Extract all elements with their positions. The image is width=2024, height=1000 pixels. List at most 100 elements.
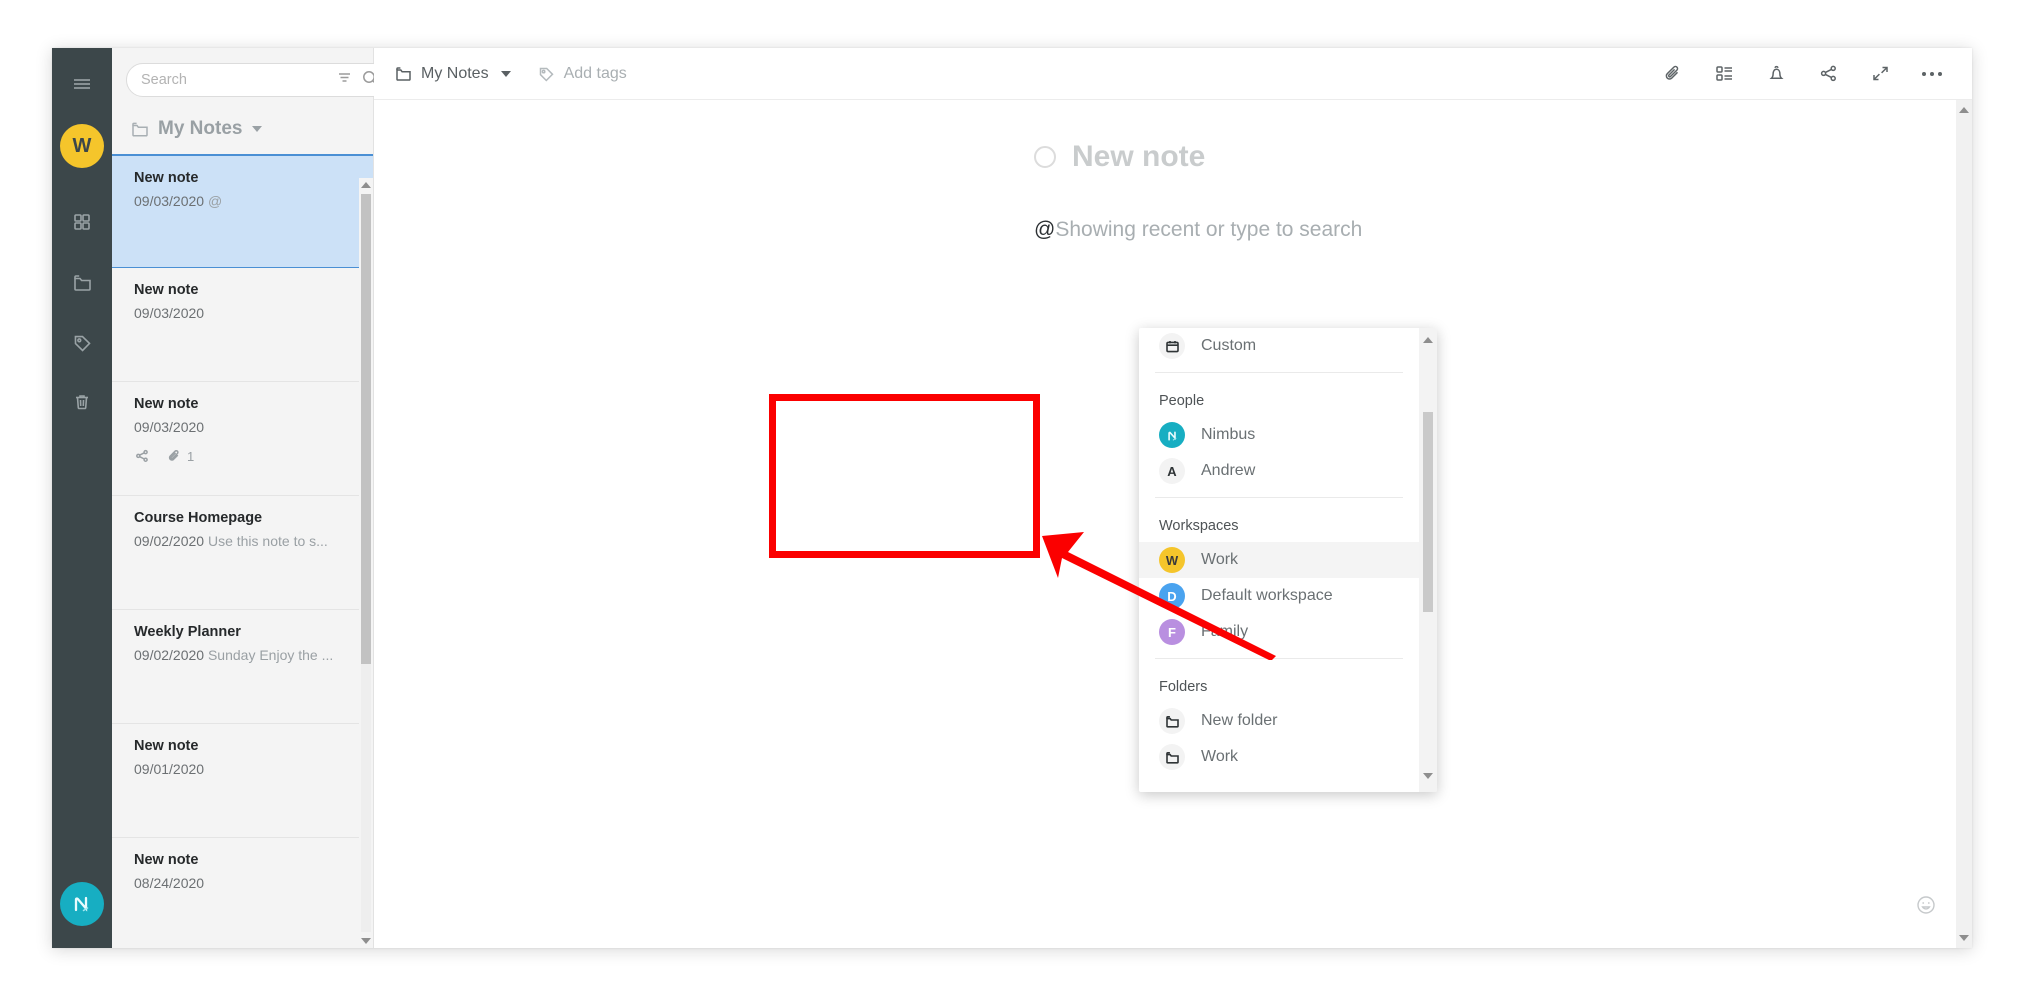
dropdown-item-people[interactable]: Nimbus <box>1139 417 1419 453</box>
note-list-item[interactable]: New note 08/24/2020 <box>112 838 373 948</box>
tag-icon[interactable] <box>60 322 104 362</box>
dropdown-item-workspaces[interactable]: D Default workspace <box>1139 578 1419 614</box>
scroll-up-arrow-icon[interactable] <box>361 178 371 192</box>
note-item-date: 09/03/2020 <box>134 419 205 435</box>
avatar-default-workspace: D <box>1159 583 1185 609</box>
note-item-date: 09/03/2020 <box>134 193 205 209</box>
editor-scroll-down-icon[interactable] <box>1959 930 1969 946</box>
trash-icon[interactable] <box>60 382 104 422</box>
dropdown-scroll-thumb[interactable] <box>1423 412 1433 612</box>
note-item-subtitle: 09/01/2020 <box>134 760 351 778</box>
search-input[interactable] <box>141 72 328 88</box>
nimbus-logo-icon[interactable] <box>60 882 104 926</box>
dropdown-item-folders[interactable]: New folder <box>1139 703 1419 739</box>
dropdown-scrollbar[interactable] <box>1419 328 1437 792</box>
chevron-down-icon[interactable] <box>500 70 511 77</box>
outline-list-icon[interactable] <box>1712 62 1736 86</box>
chevron-down-icon[interactable] <box>252 126 263 132</box>
screenshot-stage: W Search My Notes New note 09/03/2020 @ … <box>0 0 2024 1000</box>
breadcrumb[interactable]: My Notes <box>394 64 511 83</box>
note-item-snippet: Sunday Enjoy the ... <box>207 647 334 663</box>
dropdown-item-people[interactable]: A Andrew <box>1139 453 1419 489</box>
dropdown-item-label: Default workspace <box>1201 587 1333 604</box>
bell-icon[interactable] <box>1764 62 1788 86</box>
dropdown-divider <box>1155 497 1403 498</box>
dropdown-divider <box>1155 372 1403 373</box>
note-list-item[interactable]: New note 09/03/2020 @ <box>112 154 373 268</box>
scrollbar-thumb[interactable] <box>361 194 371 664</box>
dropdown-group-title-folders: Folders <box>1159 679 1208 695</box>
note-item-meta-count: 1 <box>187 448 195 464</box>
note-status-circle-icon[interactable] <box>1034 146 1056 168</box>
expand-icon[interactable] <box>1868 62 1892 86</box>
search-row: + <box>112 48 436 108</box>
note-item-title: New note <box>134 852 199 868</box>
note-list-item[interactable]: New note 09/01/2020 <box>112 724 373 838</box>
note-item-date: 09/01/2020 <box>134 761 205 777</box>
folder-icon <box>1159 708 1185 734</box>
note-list-item[interactable]: Weekly Planner 09/02/2020 Sunday Enjoy th… <box>112 610 373 724</box>
note-item-title: New note <box>134 282 199 298</box>
editor-canvas[interactable]: New note @ Showing recent or type to sea… <box>374 100 1972 948</box>
mention-dropdown[interactable]: Custom People Nimbus A Andrew Workspaces W Wor… <box>1139 328 1437 792</box>
note-item-date: 09/03/2020 <box>134 305 205 321</box>
note-list-scrollbar[interactable] <box>359 178 373 948</box>
smiley-icon[interactable] <box>1916 895 1936 920</box>
avatar-family: F <box>1159 619 1185 645</box>
note-list-item[interactable]: Course Homepage 09/02/2020 Use this note … <box>112 496 373 610</box>
calendar-icon <box>1159 333 1185 359</box>
more-options-icon[interactable] <box>1920 62 1944 86</box>
dropdown-group-title-people: People <box>1159 393 1205 409</box>
dropdown-item-label: Custom <box>1201 337 1257 354</box>
mention-input-line[interactable]: @ Showing recent or type to search <box>374 174 1972 242</box>
note-item-subtitle: 09/03/2020 @ <box>134 192 351 210</box>
note-item-date: 09/02/2020 <box>134 533 205 549</box>
note-item-title: Course Homepage <box>134 510 263 526</box>
note-list-item[interactable]: New note 09/03/2020 <box>112 268 373 382</box>
add-tags-label: Add tags <box>563 64 627 82</box>
dropdown-group-title-workspaces: Workspaces <box>1159 518 1239 534</box>
editor-scrollbar[interactable] <box>1956 100 1972 948</box>
dropdown-item-label: Work <box>1201 748 1239 765</box>
editor-topbar: My Notes Add tags <box>374 48 1972 100</box>
dropdown-scroll-down-icon[interactable] <box>1423 768 1433 784</box>
note-item-subtitle: 08/24/2020 <box>134 874 351 892</box>
dropdown-item-workspaces[interactable]: F Family <box>1139 614 1419 650</box>
scroll-down-arrow-icon[interactable] <box>361 934 371 948</box>
dropdown-item-custom[interactable]: Custom <box>1139 328 1419 364</box>
note-item-subtitle: 09/03/2020 <box>134 304 351 322</box>
search-box[interactable] <box>126 63 390 97</box>
hamburger-menu-icon[interactable] <box>60 64 104 104</box>
rail-workspace-avatar[interactable]: W <box>60 124 104 168</box>
nimbus-avatar <box>1159 422 1185 448</box>
mention-hint: Showing recent or type to search <box>1055 218 1363 241</box>
notes-folder-header[interactable]: My Notes <box>112 108 373 154</box>
dropdown-scroll-up-icon[interactable] <box>1423 332 1433 348</box>
grid-icon[interactable] <box>60 202 104 242</box>
dropdown-item-label: Nimbus <box>1201 426 1256 443</box>
share-icon[interactable] <box>1816 62 1840 86</box>
note-title[interactable]: New note <box>1072 140 1205 174</box>
add-tags-button[interactable]: Add tags <box>537 64 627 83</box>
note-item-title: New note <box>134 170 199 186</box>
dropdown-item-workspaces[interactable]: W Work <box>1139 542 1419 578</box>
folder-icon <box>1159 744 1185 770</box>
folder-header-title: My Notes <box>158 118 243 139</box>
left-rail: W <box>52 48 112 948</box>
note-item-subtitle: 09/02/2020 Use this note to s... <box>134 532 351 550</box>
filter-icon[interactable] <box>336 69 353 91</box>
folder-icon[interactable] <box>60 262 104 302</box>
note-item-subtitle: 09/03/2020 <box>134 418 351 436</box>
note-item-title: New note <box>134 396 199 412</box>
paperclip-icon[interactable] <box>1660 62 1684 86</box>
editor-scroll-up-icon[interactable] <box>1959 102 1969 118</box>
note-list[interactable]: New note 09/03/2020 @ New note 09/03/2020 Ne… <box>112 154 373 948</box>
note-item-snippet: Use this note to s... <box>207 533 328 549</box>
dropdown-item-folders[interactable]: Work <box>1139 739 1419 775</box>
note-item-subtitle: 09/02/2020 Sunday Enjoy the ... <box>134 646 351 664</box>
breadcrumb-label: My Notes <box>421 64 489 82</box>
rail-bottom <box>52 882 112 926</box>
avatar-andrew: A <box>1159 458 1185 484</box>
note-list-item[interactable]: New note 09/03/2020 1 <box>112 382 373 496</box>
note-item-date: 08/24/2020 <box>134 875 205 891</box>
